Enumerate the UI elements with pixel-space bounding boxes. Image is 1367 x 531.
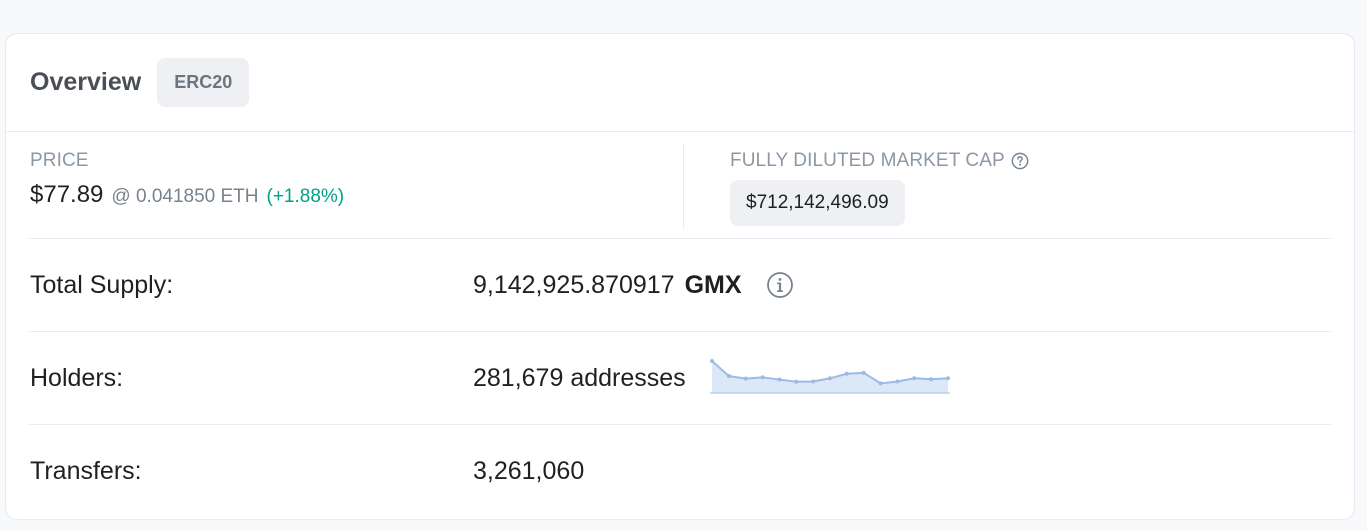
total-supply-row: Total Supply: 9,142,925.870917 GMX [29, 239, 1331, 332]
transfers-label: Transfers: [30, 456, 142, 485]
price-eth: @ 0.041850 ETH [111, 186, 259, 207]
sparkline-point [777, 377, 782, 382]
sparkline-point [928, 377, 933, 382]
question-circle-icon[interactable] [1011, 152, 1029, 170]
total-supply-value: 9,142,925.870917 [473, 270, 675, 299]
transfers-row: Transfers: 3,261,060 [29, 425, 1331, 517]
column-divider [683, 145, 684, 229]
price-change: (+1.88%) [266, 186, 345, 207]
price-line: $77.89 @ 0.041850 ETH (+1.88%) [30, 181, 344, 209]
sparkline-point [827, 376, 832, 381]
market-cap-label: FULLY DILUTED MARKET CAP [730, 150, 1005, 171]
holders-value-group: 281,679 addresses [473, 358, 950, 398]
sparkline-point [743, 376, 748, 381]
market-cap-value: $712,142,496.09 [730, 180, 905, 226]
card-header: Overview ERC20 [6, 34, 1354, 132]
sparkline-point [760, 375, 765, 380]
holders-label: Holders: [30, 363, 124, 392]
sparkline-point [793, 379, 798, 384]
sparkline-point [861, 370, 866, 375]
sparkline-point [726, 374, 731, 379]
price-marketcap-row: PRICE $77.89 @ 0.041850 ETH (+1.88%) FUL… [29, 132, 1331, 239]
sparkline-point [810, 379, 815, 384]
sparkline-point [709, 359, 714, 363]
holders-value[interactable]: 281,679 addresses [473, 364, 686, 393]
card-title: Overview [30, 68, 142, 96]
price-usd: $77.89 [30, 181, 104, 208]
total-supply-value-group: 9,142,925.870917 GMX [473, 271, 794, 300]
market-cap-section: FULLY DILUTED MARKET CAP $712,142,496.09 [730, 150, 1029, 226]
price-section: PRICE $77.89 @ 0.041850 ETH (+1.88%) [30, 150, 344, 209]
price-label: PRICE [30, 150, 89, 171]
sparkline-point [844, 371, 849, 376]
total-supply-label: Total Supply: [30, 270, 174, 299]
overview-card: Overview ERC20 PRICE $77.89 @ 0.041850 E… [5, 33, 1355, 520]
token-standard-badge: ERC20 [157, 58, 250, 107]
holders-sparkline [709, 359, 950, 394]
token-symbol: GMX [684, 270, 742, 299]
sparkline-point [945, 376, 950, 381]
sparkline-point [878, 381, 883, 386]
transfers-value: 3,261,060 [473, 456, 585, 485]
market-cap-label-row: FULLY DILUTED MARKET CAP [730, 150, 1029, 172]
holders-row: Holders: 281,679 addresses [29, 332, 1331, 425]
sparkline-point [895, 379, 900, 384]
sparkline-point [911, 376, 916, 381]
info-circle-icon[interactable] [766, 271, 794, 299]
